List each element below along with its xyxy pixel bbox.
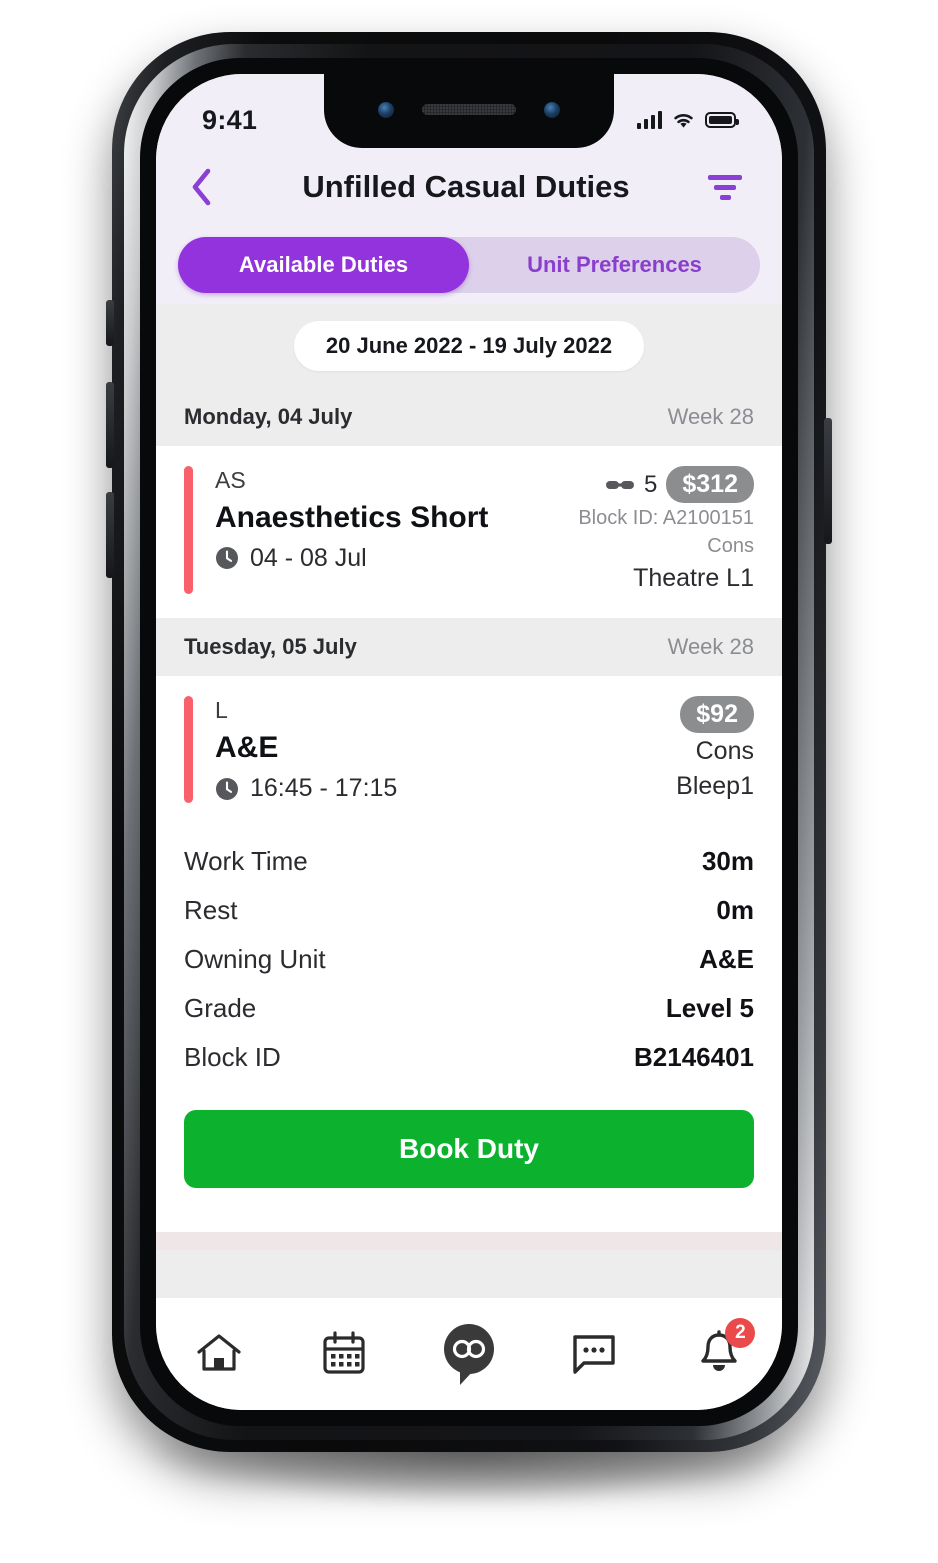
duty-block-id: Block ID: A2100151: [578, 507, 754, 529]
duty-badges: $92: [680, 696, 754, 734]
status-time: 9:41: [202, 104, 258, 135]
nav-item-home[interactable]: [156, 1298, 281, 1410]
detail-row: Work Time 30m: [184, 837, 754, 886]
duty-code: AS: [215, 467, 246, 493]
phone-notch: [324, 74, 614, 148]
nav-item-notifications[interactable]: 2: [657, 1298, 782, 1410]
day-label: Monday, 04 July: [184, 404, 353, 429]
notification-badge: 2: [725, 1318, 756, 1348]
chevron-left-icon: [192, 168, 211, 206]
duty-location: Bleep1: [676, 771, 754, 800]
volume-up-button[interactable]: [106, 382, 114, 468]
tab-available-duties[interactable]: Available Duties: [178, 237, 469, 293]
detail-label: Rest: [184, 895, 238, 926]
phone-screen: 9:41 Unfilled Casual Duties Available Du…: [156, 74, 782, 1410]
price-badge: $312: [666, 466, 754, 503]
wifi-icon: [674, 113, 693, 128]
day-header: Monday, 04 July Week 28: [156, 388, 782, 446]
detail-row: Rest 0m: [184, 886, 754, 935]
duty-card-content: L A&E 16:45 - 17:15 $92 Cons Bleep1: [215, 696, 754, 803]
book-duty-section: Book Duty: [156, 1088, 782, 1219]
book-duty-button[interactable]: Book Duty: [184, 1110, 754, 1189]
duty-details-list: Work Time 30m Rest 0m Owning Unit A&E Gr…: [156, 827, 782, 1089]
earpiece-speaker: [422, 104, 516, 115]
detail-label: Grade: [184, 993, 257, 1024]
duty-name: Anaesthetics Short: [215, 500, 489, 534]
duty-primary-info: AS Anaesthetics Short 04 - 08 Jul: [215, 466, 488, 594]
duty-name: A&E: [215, 731, 279, 765]
day-header: Tuesday, 05 July Week 28: [156, 618, 782, 677]
duty-card-expanded[interactable]: L A&E 16:45 - 17:15 $92 Cons Bleep1: [156, 676, 782, 828]
screenshot-root: 9:41 Unfilled Casual Duties Available Du…: [0, 0, 938, 1563]
duty-code: L: [215, 697, 228, 724]
status-indicators: [637, 111, 739, 130]
silent-switch[interactable]: [106, 300, 114, 346]
duty-badges: 5 $312: [605, 466, 754, 503]
date-range-pill[interactable]: 20 June 2022 - 19 July 2022: [293, 321, 645, 371]
app-header: Unfilled Casual Duties: [156, 148, 782, 226]
duty-card[interactable]: AS Anaesthetics Short 04 - 08 Jul 5 $312…: [156, 446, 782, 619]
duty-accent-bar: [184, 466, 193, 595]
tab-unit-preferences[interactable]: Unit Preferences: [469, 237, 760, 293]
detail-row: Owning Unit A&E: [184, 935, 754, 984]
duty-grade-short: Cons: [695, 737, 754, 766]
link-chain-icon: [606, 480, 635, 489]
segmented-control: Available Duties Unit Preferences: [178, 237, 760, 293]
back-button[interactable]: [190, 168, 230, 206]
detail-row: Grade Level 5: [184, 984, 754, 1033]
clock-icon: [216, 547, 238, 570]
detail-value: 30m: [701, 846, 754, 877]
duty-list-scroll[interactable]: 20 June 2022 - 19 July 2022 Monday, 04 J…: [156, 304, 782, 1298]
duty-grade-short: Cons: [707, 535, 754, 558]
day-label: Tuesday, 05 July: [184, 634, 357, 660]
duty-time-text: 04 - 08 Jul: [250, 543, 367, 572]
front-camera-icon: [378, 102, 394, 118]
detail-value: 0m: [716, 895, 754, 926]
week-label: Week 28: [667, 634, 754, 660]
duty-secondary-info: $92 Cons Bleep1: [676, 696, 754, 803]
duty-time-row: 04 - 08 Jul: [215, 544, 488, 573]
detail-label: Owning Unit: [184, 944, 326, 975]
nav-item-calendar[interactable]: [281, 1298, 406, 1410]
tab-bar: Available Duties Unit Preferences: [156, 226, 782, 304]
power-button[interactable]: [824, 418, 832, 544]
nav-divider-strip: [156, 1232, 782, 1251]
nav-item-logo[interactable]: [406, 1298, 531, 1410]
duty-primary-info: L A&E 16:45 - 17:15: [215, 696, 397, 803]
home-icon: [196, 1334, 241, 1371]
duty-card-content: AS Anaesthetics Short 04 - 08 Jul 5 $312…: [215, 466, 754, 594]
price-badge: $92: [680, 696, 754, 734]
nav-item-chat[interactable]: [532, 1298, 657, 1410]
content-bottom-spacer: [156, 1218, 782, 1233]
page-title: Unfilled Casual Duties: [302, 169, 630, 204]
volume-down-button[interactable]: [106, 492, 114, 578]
detail-value: A&E: [699, 944, 754, 975]
week-label: Week 28: [667, 404, 754, 429]
bottom-navigation: 2: [156, 1298, 782, 1410]
duty-time-text: 16:45 - 17:15: [250, 774, 398, 803]
link-count: 5: [644, 470, 658, 498]
duty-location: Theatre L1: [633, 563, 754, 592]
duty-accent-bar: [184, 696, 193, 804]
chat-bubble-icon: [573, 1335, 615, 1374]
battery-full-icon: [705, 112, 739, 128]
duty-time-row: 16:45 - 17:15: [215, 774, 397, 803]
face-id-sensor-icon: [544, 102, 560, 118]
detail-label: Work Time: [184, 846, 308, 877]
detail-label: Block ID: [184, 1042, 281, 1073]
clock-icon: [216, 777, 238, 800]
logo-pin-icon: [444, 1324, 494, 1385]
detail-value: Level 5: [665, 993, 754, 1024]
filter-icon[interactable]: [702, 174, 748, 200]
detail-value: B2146401: [634, 1042, 754, 1073]
date-range-row: 20 June 2022 - 19 July 2022: [156, 304, 782, 388]
duty-secondary-info: 5 $312 Block ID: A2100151 Cons Theatre L…: [578, 466, 754, 594]
detail-row: Block ID B2146401: [184, 1033, 754, 1082]
cellular-signal-icon: [637, 111, 662, 129]
calendar-icon: [323, 1331, 365, 1374]
